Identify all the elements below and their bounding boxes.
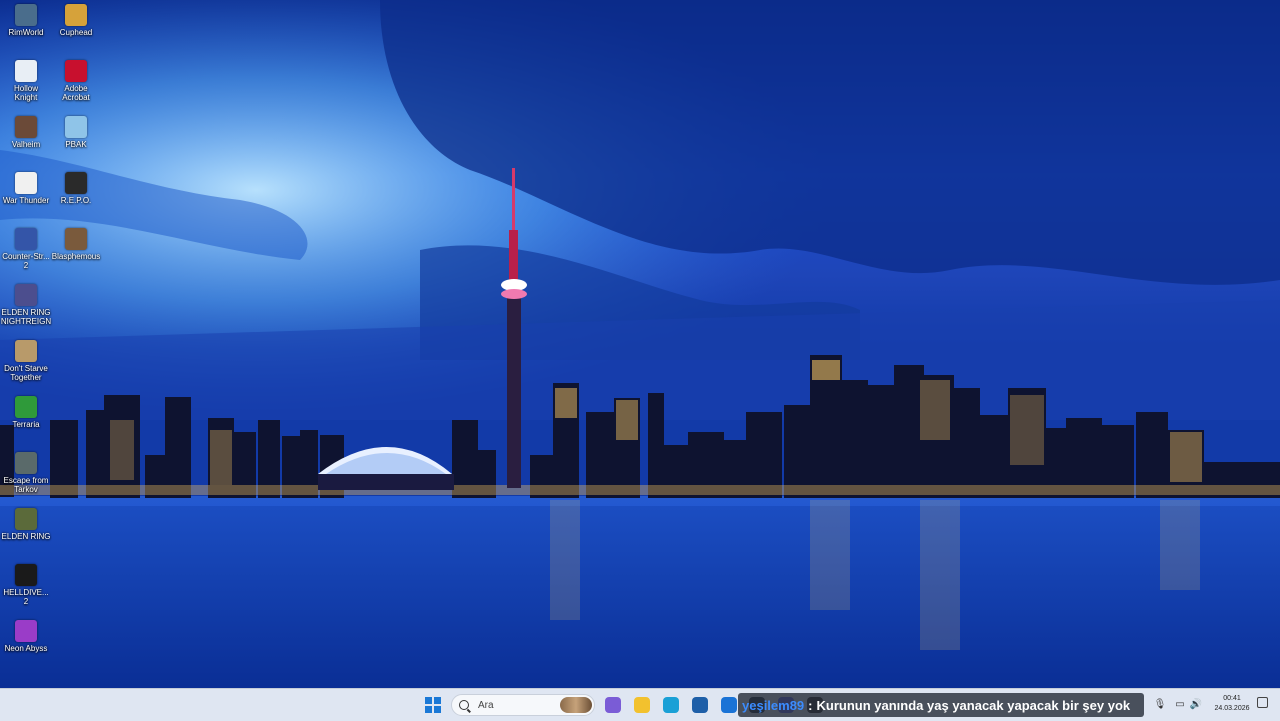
desktop-shortcut[interactable]: War Thunder xyxy=(0,172,52,205)
elden-ring-icon xyxy=(15,508,37,530)
taskbar: Ara yeşilem89 : Kurunun yanında yaş yana… xyxy=(0,688,1280,721)
network-icon[interactable]: ▭ xyxy=(1172,694,1188,714)
desktop-shortcut[interactable]: Counter-Str... 2 xyxy=(0,228,52,270)
desktop-shortcut[interactable]: ELDEN RING NIGHTREIGN xyxy=(0,284,52,326)
desktop-shortcut-label: Hollow Knight xyxy=(13,84,38,102)
cuphead-icon xyxy=(65,4,87,26)
war-thunder-icon xyxy=(15,172,37,194)
desktop-shortcut[interactable]: PBAK xyxy=(50,116,102,149)
start-button[interactable] xyxy=(422,694,444,716)
elden-ring-nightreign-icon xyxy=(15,284,37,306)
desktop-shortcut[interactable]: Adobe Acrobat xyxy=(50,60,102,102)
system-clock[interactable]: 00:41 24.03.2026 xyxy=(1210,694,1254,714)
repo-icon xyxy=(65,172,87,194)
windows-logo-icon xyxy=(425,697,441,713)
blasphemous-icon xyxy=(65,228,87,250)
chat-username: yeşilem89 xyxy=(742,697,805,713)
desktop-shortcut[interactable]: Cuphead xyxy=(50,4,102,37)
desktop-shortcut-label: ELDEN RING xyxy=(1,532,51,541)
desktop-shortcut-label: Neon Abyss xyxy=(4,644,48,653)
search-icon xyxy=(459,700,469,710)
desktop-shortcut-label: PBAK xyxy=(65,140,87,149)
desktop-shortcut-label: HELLDIVE... 2 xyxy=(3,588,49,606)
store-icon xyxy=(692,697,708,713)
counter-strike-icon xyxy=(15,228,37,250)
notification-icon[interactable] xyxy=(1257,697,1268,708)
copilot-icon xyxy=(605,697,621,713)
desktop-shortcut[interactable]: Terraria xyxy=(0,396,52,429)
desktop-shortcut[interactable]: Hollow Knight xyxy=(0,60,52,102)
desktop-shortcut-label: Blasphemous xyxy=(51,252,101,261)
desktop-shortcut-label: R.E.P.O. xyxy=(60,196,92,205)
search-highlight-image xyxy=(560,697,592,713)
desktop-shortcut[interactable]: Don't Starve Together xyxy=(0,340,52,382)
desktop-shortcut[interactable]: Neon Abyss xyxy=(0,620,52,653)
neon-abyss-icon xyxy=(15,620,37,642)
tarkov-icon xyxy=(15,452,37,474)
desktop-shortcut-label: Don't Starve Together xyxy=(4,364,48,382)
dont-starve-icon xyxy=(15,340,37,362)
desktop-shortcut[interactable]: Escape from Tarkov xyxy=(0,452,52,494)
desktop-shortcut-label: Terraria xyxy=(12,420,40,429)
edge-icon xyxy=(663,697,679,713)
desktop-shortcut[interactable]: Valheim xyxy=(0,116,52,149)
hollow-knight-icon xyxy=(15,60,37,82)
desktop-shortcut-label: Escape from Tarkov xyxy=(3,476,49,494)
desktop-shortcut-label: Cuphead xyxy=(59,28,93,37)
chat-message: Kurunun yanında yaş yanacak yapacak bir … xyxy=(816,697,1131,713)
volume-icon[interactable]: 🔊 xyxy=(1188,694,1204,714)
chat-separator: : xyxy=(808,697,813,713)
rimworld-icon xyxy=(15,4,37,26)
clock-date: 24.03.2026 xyxy=(1214,705,1250,712)
clock-time: 00:41 xyxy=(1223,695,1241,702)
chat-ticker: yeşilem89 : Kurunun yanında yaş yanacak … xyxy=(738,693,1144,717)
desktop-shortcut-label: ELDEN RING NIGHTREIGN xyxy=(0,308,52,326)
pbak-icon xyxy=(65,116,87,138)
desktop-shortcut[interactable]: RimWorld xyxy=(0,4,52,37)
desktop-shortcut-label: War Thunder xyxy=(2,196,50,205)
helldivers-icon xyxy=(15,564,37,586)
desktop-shortcut[interactable]: ELDEN RING xyxy=(0,508,52,541)
outlook-icon xyxy=(721,697,737,713)
search-placeholder: Ara xyxy=(478,699,494,711)
desktop-wallpaper xyxy=(0,0,1280,688)
microphone-icon[interactable]: 🎙 xyxy=(1152,694,1168,714)
desktop-shortcut[interactable]: HELLDIVE... 2 xyxy=(0,564,52,606)
taskbar-app-button[interactable] xyxy=(718,694,740,716)
desktop-shortcut[interactable]: R.E.P.O. xyxy=(50,172,102,205)
valheim-icon xyxy=(15,116,37,138)
desktop-shortcut-label: Adobe Acrobat xyxy=(62,84,90,102)
taskbar-app-button[interactable] xyxy=(689,694,711,716)
terraria-icon xyxy=(15,396,37,418)
desktop-shortcut[interactable]: Blasphemous xyxy=(50,228,102,261)
acrobat-icon xyxy=(65,60,87,82)
desktop-shortcut-label: RimWorld xyxy=(8,28,44,37)
search-input[interactable]: Ara xyxy=(451,694,595,716)
taskbar-app-button[interactable] xyxy=(660,694,682,716)
desktop-shortcut-label: Valheim xyxy=(11,140,41,149)
desktop-shortcut-label: Counter-Str... 2 xyxy=(2,252,50,270)
taskbar-app-button[interactable] xyxy=(631,694,653,716)
file-explorer-icon xyxy=(634,697,650,713)
taskbar-app-button[interactable] xyxy=(602,694,624,716)
